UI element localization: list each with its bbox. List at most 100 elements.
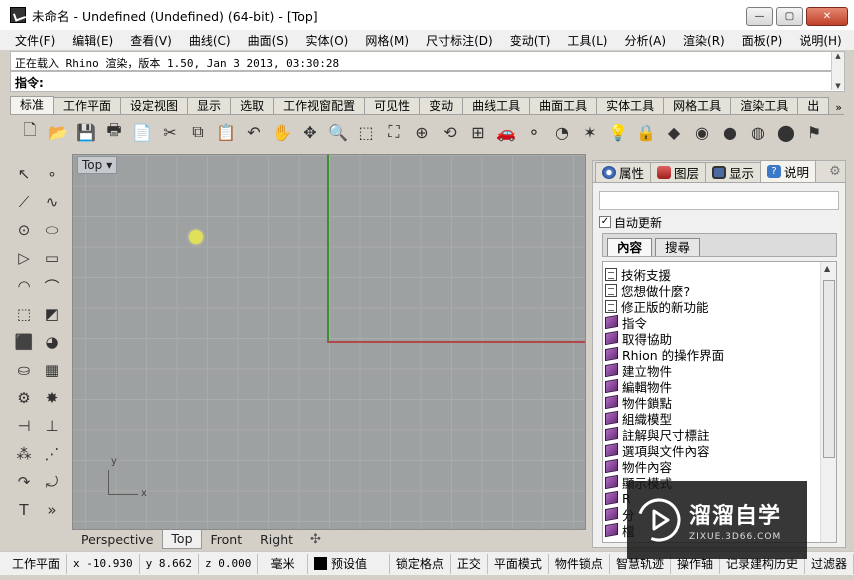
scroll-up-icon[interactable]: ▲ bbox=[835, 52, 840, 60]
tab-standard[interactable]: 标准 bbox=[10, 96, 55, 114]
tab-help[interactable]: ? 说明 bbox=[760, 160, 817, 182]
panel-settings-gear-icon[interactable]: ⚙ bbox=[827, 164, 843, 180]
point-button[interactable]: ⚬ bbox=[520, 118, 548, 146]
car-button[interactable]: 🚗 bbox=[492, 118, 520, 146]
copy-button[interactable]: ⧉ bbox=[184, 118, 212, 146]
tab-right[interactable]: Right bbox=[251, 530, 302, 550]
solid-sphere-button[interactable]: ◕ bbox=[38, 328, 66, 356]
menu-solid[interactable]: 实体(O) bbox=[297, 32, 357, 49]
tab-render-tools[interactable]: 渲染工具 bbox=[730, 97, 799, 114]
tabs-overflow-button[interactable]: » bbox=[833, 101, 844, 114]
rotate-view-button[interactable]: ✥ bbox=[296, 118, 324, 146]
move-button[interactable]: ↷ bbox=[10, 468, 38, 496]
paste-button[interactable]: 📋 bbox=[212, 118, 240, 146]
text-button[interactable]: T bbox=[10, 496, 38, 524]
toggle-planar[interactable]: 平面模式 bbox=[488, 553, 549, 574]
ellipse-button[interactable]: ⬭ bbox=[38, 216, 66, 244]
scroll-down-icon[interactable]: ▼ bbox=[835, 82, 840, 90]
sphere-button[interactable]: ● bbox=[716, 118, 744, 146]
light-button[interactable]: 💡 bbox=[604, 118, 632, 146]
toggle-osnap[interactable]: 物件锁点 bbox=[549, 553, 610, 574]
gear-tool-button[interactable]: ⚙ bbox=[10, 384, 38, 412]
rotate-tool-button[interactable]: ⤾ bbox=[38, 468, 66, 496]
tab-display[interactable]: 显示 bbox=[705, 162, 762, 182]
menu-file[interactable]: 文件(F) bbox=[6, 32, 63, 49]
tab-display-tools[interactable]: 显示 bbox=[187, 97, 232, 114]
tab-drafting[interactable]: 出 bbox=[797, 97, 830, 114]
viewport-title-menu[interactable]: Top ▾ bbox=[77, 156, 118, 174]
tab-layers[interactable]: 图层 bbox=[650, 162, 707, 182]
menu-dimension[interactable]: 尺寸标注(D) bbox=[417, 32, 501, 49]
four-view-button[interactable]: ⊞ bbox=[464, 118, 492, 146]
menu-surface[interactable]: 曲面(S) bbox=[239, 32, 297, 49]
tab-curve-tools[interactable]: 曲线工具 bbox=[462, 97, 531, 114]
tab-contents[interactable]: 內容 bbox=[607, 238, 653, 256]
add-viewport-icon[interactable]: ✣ bbox=[302, 530, 329, 549]
box-button[interactable]: ⬛ bbox=[10, 328, 38, 356]
tab-properties[interactable]: 属性 bbox=[595, 162, 652, 182]
menu-transform[interactable]: 变动(T) bbox=[501, 32, 559, 49]
top-viewport[interactable]: Top ▾ y x bbox=[72, 154, 586, 530]
open-button[interactable]: 📂 bbox=[44, 118, 72, 146]
menu-render[interactable]: 渲染(R) bbox=[674, 32, 733, 49]
rectangle-button[interactable]: ▭ bbox=[38, 244, 66, 272]
blue-sphere-button[interactable]: ⬤ bbox=[772, 118, 800, 146]
new-button[interactable]: 🗋 bbox=[16, 118, 44, 146]
command-scrollbar[interactable]: ▲ ▼ bbox=[831, 52, 844, 90]
polygon-button[interactable]: ▷ bbox=[10, 244, 38, 272]
auto-update-checkbox[interactable]: ✓ bbox=[599, 216, 611, 228]
explode-button[interactable]: ✸ bbox=[38, 384, 66, 412]
surface-edge-button[interactable]: ◩ bbox=[38, 300, 66, 328]
menu-panels[interactable]: 面板(P) bbox=[733, 32, 791, 49]
cplane-indicator[interactable]: 工作平面 bbox=[6, 553, 68, 574]
curve-button[interactable]: ∿ bbox=[38, 188, 66, 216]
tab-set-view[interactable]: 设定视图 bbox=[120, 97, 189, 114]
polyline-button[interactable]: ⟋ bbox=[10, 188, 38, 216]
cylinder-button[interactable]: ⛀ bbox=[10, 356, 38, 384]
menu-mesh[interactable]: 网格(M) bbox=[356, 32, 417, 49]
undo-button[interactable]: ↶ bbox=[240, 118, 268, 146]
tab-solid-tools[interactable]: 实体工具 bbox=[596, 97, 665, 114]
zoom-window-button[interactable]: ⬚ bbox=[352, 118, 380, 146]
render-sphere-button[interactable]: ◍ bbox=[744, 118, 772, 146]
minimize-button[interactable]: — bbox=[746, 7, 773, 26]
zoom-extents-button[interactable]: ⛶ bbox=[380, 118, 408, 146]
command-prompt-input[interactable]: 指令: bbox=[10, 71, 845, 92]
menu-view[interactable]: 查看(V) bbox=[121, 32, 180, 49]
auto-update-toggle[interactable]: ✓ 自动更新 bbox=[599, 213, 662, 231]
tab-select[interactable]: 选取 bbox=[230, 97, 275, 114]
menu-curve[interactable]: 曲线(C) bbox=[180, 32, 239, 49]
fillet-button[interactable]: ⌒ bbox=[38, 272, 66, 300]
import-button[interactable]: 📄 bbox=[128, 118, 156, 146]
tab-mesh-tools[interactable]: 网格工具 bbox=[663, 97, 732, 114]
toggle-ortho[interactable]: 正交 bbox=[451, 553, 488, 574]
lock-button[interactable]: 🔒 bbox=[632, 118, 660, 146]
save-button[interactable]: 💾 bbox=[72, 118, 100, 146]
current-layer[interactable]: 预设值 bbox=[308, 553, 390, 574]
array-button[interactable]: ⋰ bbox=[38, 440, 66, 468]
mesh-button[interactable]: ▦ bbox=[38, 356, 66, 384]
menu-help[interactable]: 说明(H) bbox=[790, 32, 849, 49]
tab-cplanes[interactable]: 工作平面 bbox=[53, 97, 122, 114]
tab-top[interactable]: Top bbox=[162, 530, 202, 549]
tab-perspective[interactable]: Perspective bbox=[72, 530, 162, 550]
cut-button[interactable]: ✂ bbox=[156, 118, 184, 146]
tab-search[interactable]: 搜尋 bbox=[655, 238, 701, 256]
circle-button[interactable]: ◔ bbox=[548, 118, 576, 146]
menu-tools[interactable]: 工具(L) bbox=[558, 32, 615, 49]
scroll-up-icon[interactable]: ▲ bbox=[824, 264, 830, 273]
toggle-filter[interactable]: 过滤器 bbox=[805, 553, 854, 574]
tab-front[interactable]: Front bbox=[202, 530, 252, 550]
toggle-grid-snap[interactable]: 锁定格点 bbox=[390, 553, 451, 574]
print-button[interactable]: 🖶 bbox=[100, 118, 128, 146]
tab-visibility[interactable]: 可见性 bbox=[364, 97, 421, 114]
split-button[interactable]: ⊥ bbox=[38, 412, 66, 440]
units-indicator[interactable]: 毫米 bbox=[258, 553, 309, 574]
color-wheel-button[interactable]: ◉ bbox=[688, 118, 716, 146]
more-tools-button[interactable]: » bbox=[38, 496, 66, 524]
menu-analyze[interactable]: 分析(A) bbox=[615, 32, 674, 49]
close-button[interactable]: ✕ bbox=[806, 7, 848, 26]
tab-surface-tools[interactable]: 曲面工具 bbox=[529, 97, 598, 114]
help-search-field[interactable] bbox=[599, 191, 839, 210]
tab-viewport-layout[interactable]: 工作视窗配置 bbox=[273, 97, 366, 114]
